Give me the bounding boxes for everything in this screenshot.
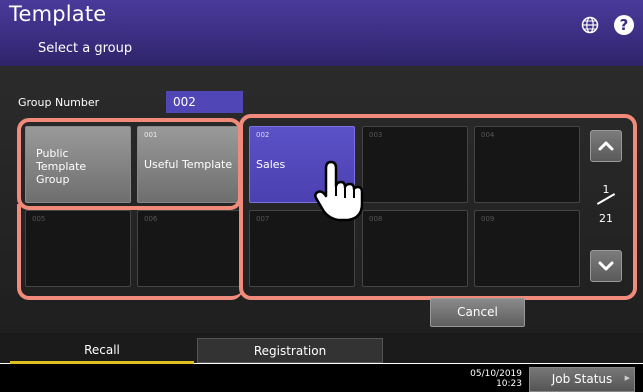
highlight-row1-left: [17, 118, 242, 210]
highlight-grid: [239, 114, 637, 300]
highlight-row2-left: [17, 204, 243, 300]
page-subtitle: Select a group: [38, 41, 133, 56]
job-status-label: Job Status: [551, 372, 613, 386]
group-number-field[interactable]: 002: [166, 91, 243, 113]
cancel-button[interactable]: Cancel: [430, 298, 525, 327]
date-time: 05/10/2019 10:23: [466, 369, 522, 389]
date-text: 05/10/2019: [470, 369, 522, 379]
group-number-label: Group Number: [18, 96, 100, 109]
title-bar: Template Select a group ?: [0, 0, 643, 66]
page-title: Template: [9, 2, 107, 26]
pointer-hand-icon: [314, 160, 364, 222]
time-text: 10:23: [496, 379, 522, 389]
arrow-icon: ▶: [624, 374, 630, 382]
tab-registration[interactable]: Registration: [197, 338, 383, 363]
globe-icon[interactable]: [581, 16, 599, 34]
help-icon[interactable]: ?: [614, 15, 634, 35]
job-status-button[interactable]: Job Status ▶: [529, 367, 635, 392]
tab-recall[interactable]: Recall: [10, 338, 194, 363]
